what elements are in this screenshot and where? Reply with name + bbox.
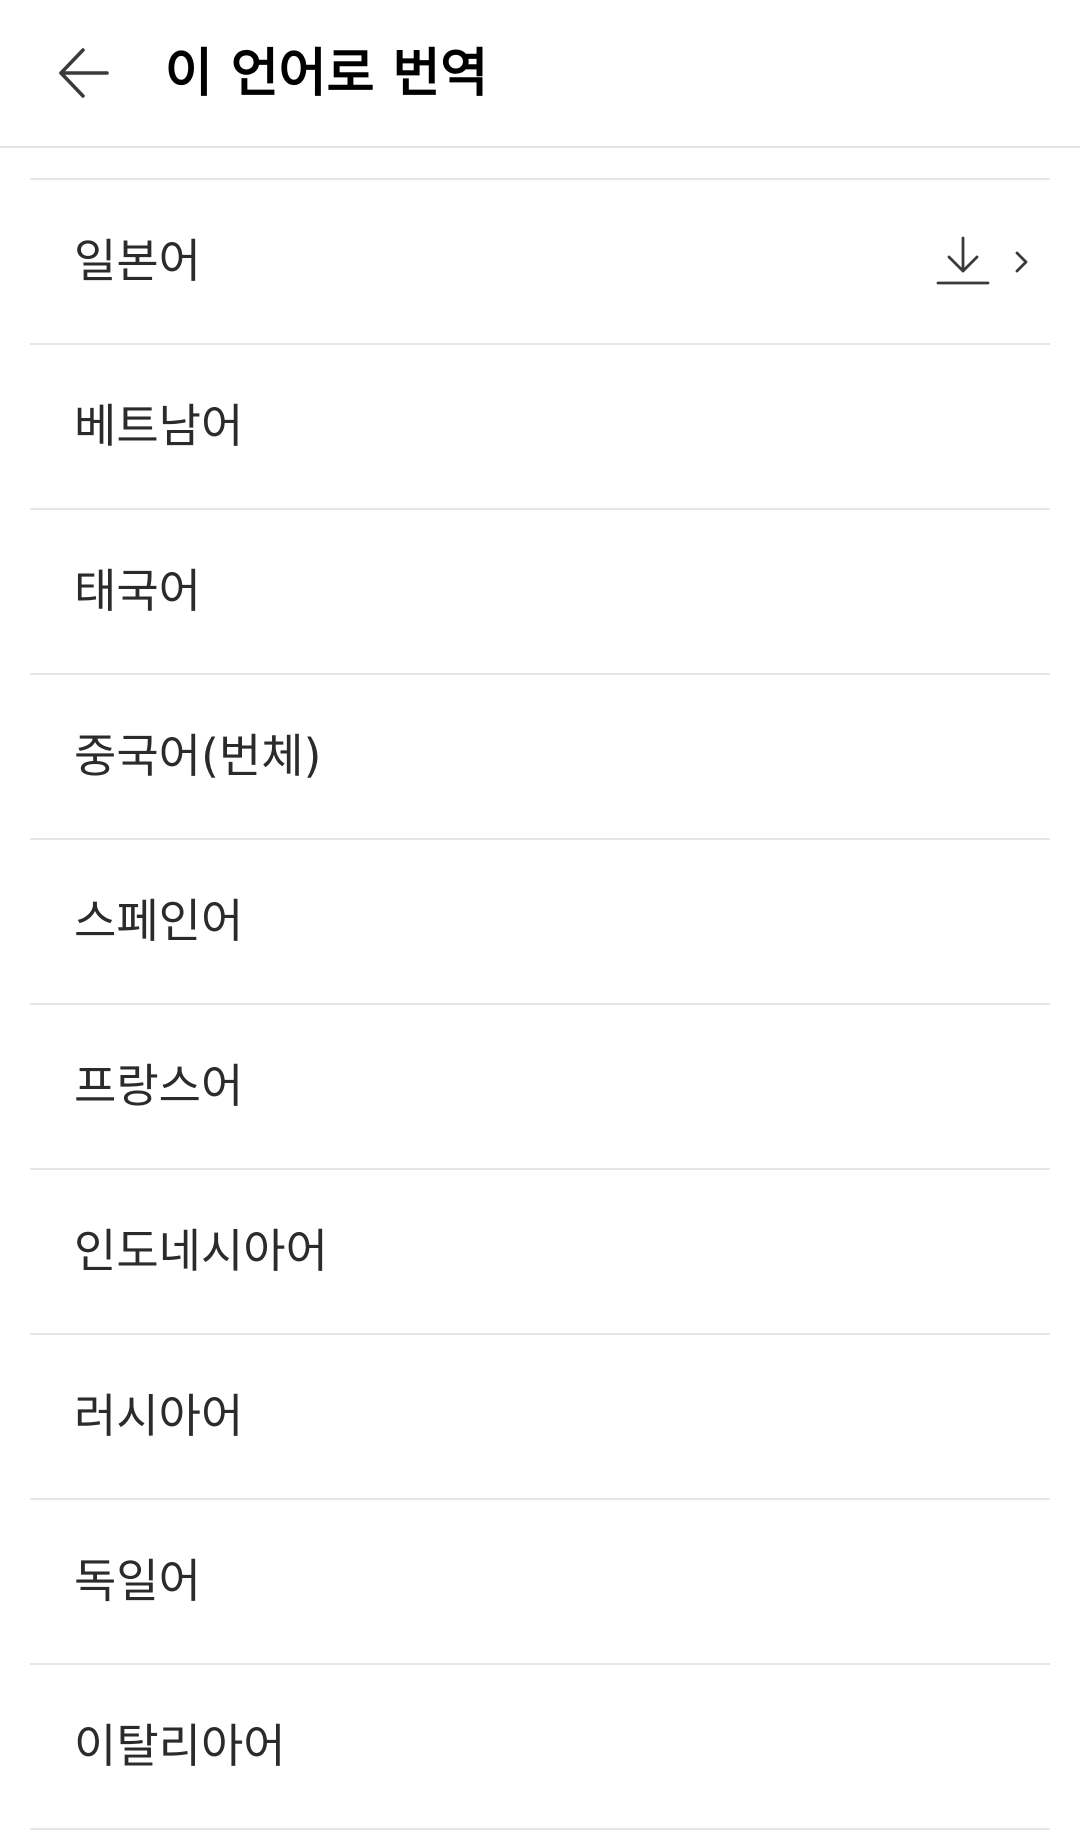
chevron-right-icon bbox=[1010, 247, 1034, 277]
page-title: 이 언어로 번역 bbox=[165, 44, 489, 104]
language-item-italian[interactable]: 이탈리아어 bbox=[30, 1665, 1050, 1830]
language-item-russian[interactable]: 러시아어 bbox=[30, 1335, 1050, 1500]
download-icon[interactable] bbox=[936, 235, 990, 289]
language-label: 일본어 bbox=[74, 234, 201, 288]
app-bar: 이 언어로 번역 bbox=[0, 0, 1080, 148]
language-label: 중국어(번체) bbox=[74, 729, 322, 783]
language-label: 독일어 bbox=[74, 1554, 201, 1608]
language-label: 인도네시아어 bbox=[74, 1224, 328, 1278]
language-item-german[interactable]: 독일어 bbox=[30, 1500, 1050, 1665]
language-label: 스페인어 bbox=[74, 894, 244, 948]
language-label: 태국어 bbox=[74, 564, 201, 618]
language-label: 프랑스어 bbox=[74, 1059, 244, 1113]
language-list: 중국어(간체) 일본어 bbox=[0, 15, 1080, 1830]
language-item-french[interactable]: 프랑스어 bbox=[30, 1005, 1050, 1170]
language-label: 베트남어 bbox=[74, 399, 244, 453]
language-item-vietnamese[interactable]: 베트남어 bbox=[30, 345, 1050, 510]
translate-language-screen: 이 언어로 번역 중국어(간체) 일본어 bbox=[0, 0, 1080, 1848]
item-actions bbox=[936, 180, 1034, 343]
language-item-chinese-traditional[interactable]: 중국어(번체) bbox=[30, 675, 1050, 840]
language-item-thai[interactable]: 태국어 bbox=[30, 510, 1050, 675]
arrow-left-icon bbox=[59, 48, 109, 98]
language-item-spanish[interactable]: 스페인어 bbox=[30, 840, 1050, 1005]
language-item-japanese[interactable]: 일본어 bbox=[30, 180, 1050, 345]
language-label: 이탈리아어 bbox=[74, 1719, 286, 1773]
back-button[interactable] bbox=[38, 28, 128, 118]
language-label: 러시아어 bbox=[74, 1389, 244, 1443]
language-item-indonesian[interactable]: 인도네시아어 bbox=[30, 1170, 1050, 1335]
